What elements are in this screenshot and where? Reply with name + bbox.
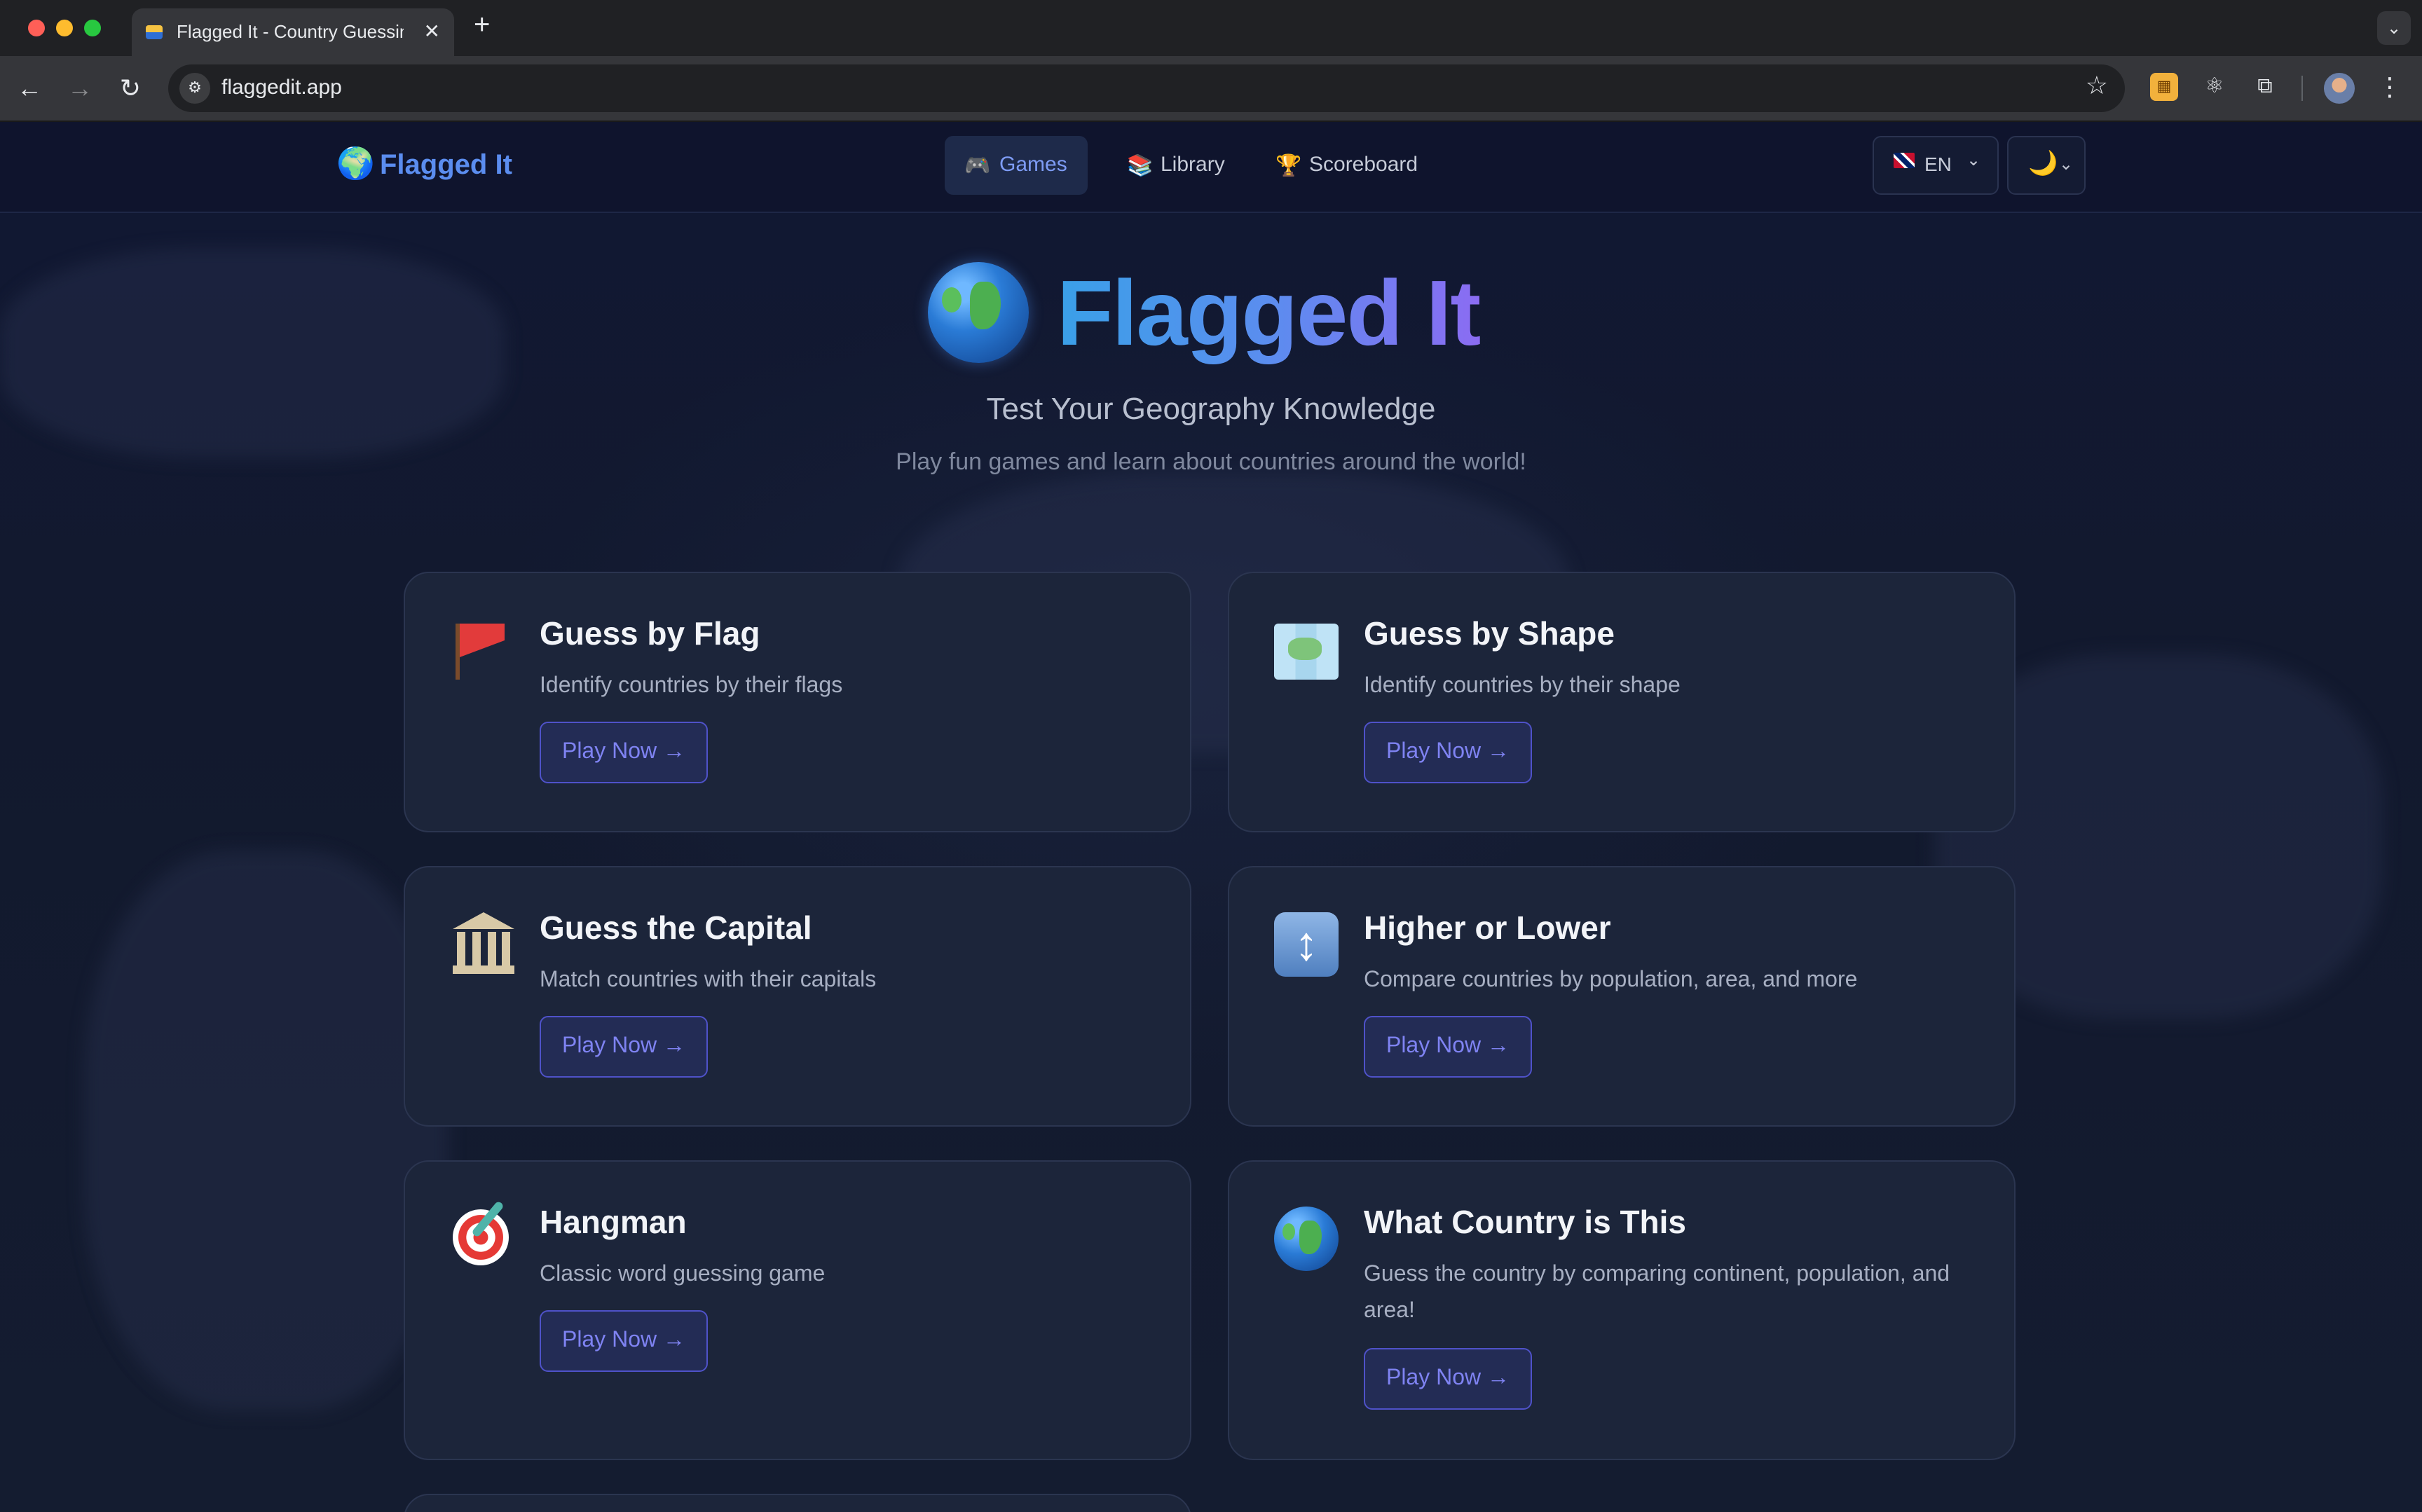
game-card-guess-the-capital[interactable]: Guess the Capital Match countries with t…	[404, 866, 1191, 1127]
brand-name: Flagged It	[380, 150, 512, 181]
minimize-window-button[interactable]	[56, 20, 73, 36]
close-window-button[interactable]	[28, 20, 45, 36]
nav-games[interactable]: 🎮 Games	[945, 136, 1088, 195]
card-title: Higher or Lower	[1364, 909, 1611, 946]
card-description: Match countries with their capitals	[540, 968, 877, 992]
up-down-arrow-icon: ↕	[1271, 909, 1341, 980]
card-description: Guess the country by comparing continent…	[1364, 1263, 1950, 1323]
favicon-icon	[146, 25, 163, 39]
map-icon	[1271, 615, 1341, 685]
browser-window: Flagged It - Country Guessing ✕ + ⌄ ← → …	[0, 0, 2422, 1512]
game-card-guess-by-flag[interactable]: Guess by Flag Identify countries by thei…	[404, 572, 1191, 832]
game-card-guess-by-shape[interactable]: Guess by Shape Identify countries by the…	[1228, 572, 2016, 832]
game-card-higher-or-lower[interactable]: ↕ Higher or Lower Compare countries by p…	[1228, 866, 2016, 1127]
uk-flag-icon	[1894, 153, 1915, 168]
play-now-button[interactable]: Play Now →	[540, 722, 708, 783]
nav-games-label: Games	[999, 153, 1067, 177]
back-icon[interactable]: ←	[14, 73, 45, 104]
card-title: Guess by Flag	[540, 615, 760, 652]
forward-icon[interactable]: →	[64, 73, 95, 104]
theme-toggle[interactable]: 🌙 ⌄	[2007, 136, 2086, 195]
world-map-background	[84, 851, 449, 1411]
language-label: EN	[1924, 153, 1952, 175]
card-title: Hangman	[540, 1204, 687, 1240]
play-now-button[interactable]: Play Now →	[1364, 722, 1532, 783]
hero: Flagged It Test Your Geography Knowledge…	[0, 261, 2422, 626]
close-tab-icon[interactable]: ✕	[424, 20, 440, 43]
tab-title: Flagged It - Country Guessing	[177, 21, 404, 42]
tab-search-button[interactable]: ⌄	[2377, 11, 2411, 45]
card-description: Classic word guessing game	[540, 1263, 826, 1286]
play-now-button[interactable]: Play Now →	[540, 1310, 708, 1372]
site-info-icon[interactable]: ⚙	[179, 73, 210, 104]
books-icon: 📚	[1127, 154, 1154, 178]
language-select[interactable]: EN ⌄	[1873, 136, 1999, 195]
trophy-icon: 🏆	[1275, 154, 1302, 178]
classical-building-icon	[447, 909, 517, 980]
nav-library[interactable]: 📚 Library	[1107, 136, 1242, 195]
page: 🌍 Flagged It 🎮 Games 📚 Library 🏆 Scorebo…	[0, 122, 2422, 1512]
site-header: 🌍 Flagged It 🎮 Games 📚 Library 🏆 Scorebo…	[0, 122, 2422, 213]
dart-target-icon	[447, 1200, 517, 1274]
globe-icon: 🌍	[336, 146, 375, 181]
card-description: Identify countries by their flags	[540, 674, 843, 698]
extension-icon[interactable]: ▦	[2150, 73, 2178, 101]
hero-subtitle: Test Your Geography Knowledge	[986, 391, 1436, 426]
card-title: Guess the Capital	[540, 909, 812, 946]
page-title: Flagged It	[1057, 261, 1481, 364]
toolbar-divider	[2301, 76, 2303, 101]
flag-icon	[447, 615, 517, 685]
chevron-down-icon: ⌄	[1966, 150, 1981, 170]
card-description: Compare countries by population, area, a…	[1364, 968, 1858, 992]
globe-icon	[928, 262, 1029, 363]
chevron-down-icon: ⌄	[2059, 154, 2074, 174]
play-now-button[interactable]: Play Now →	[1364, 1016, 1532, 1078]
hero-title-row: Flagged It	[928, 261, 1517, 374]
reload-icon[interactable]: ↻	[115, 73, 146, 104]
puzzle-icon[interactable]: ⧉	[2251, 73, 2279, 101]
moon-icon: 🌙	[2028, 150, 2058, 177]
card-title: What Country is This	[1364, 1204, 1686, 1240]
nav-scoreboard-label: Scoreboard	[1309, 153, 1418, 177]
game-card-what-country-is-this[interactable]: What Country is This Guess the country b…	[1228, 1160, 2016, 1460]
new-tab-button[interactable]: +	[474, 11, 490, 39]
game-controller-icon: 🎮	[964, 154, 991, 178]
play-now-button[interactable]: Play Now →	[1364, 1348, 1532, 1410]
tab-bar: Flagged It - Country Guessing ✕ + ⌄	[0, 0, 2422, 56]
address-bar[interactable]: ⚙ flaggedit.app ☆	[168, 64, 2125, 112]
maximize-window-button[interactable]	[84, 20, 101, 36]
play-now-button[interactable]: Play Now →	[540, 1016, 708, 1078]
nav-library-label: Library	[1161, 153, 1225, 177]
hero-description: Play fun games and learn about countries…	[896, 448, 1526, 475]
star-icon[interactable]: ☆	[2086, 71, 2108, 101]
game-card-hangman[interactable]: Hangman Classic word guessing game Play …	[404, 1160, 1191, 1460]
globe-icon	[1271, 1204, 1341, 1274]
game-card-partial[interactable]	[404, 1494, 1191, 1512]
nav-scoreboard[interactable]: 🏆 Scoreboard	[1256, 136, 1438, 195]
browser-toolbar: ← → ↻ ⚙ flaggedit.app ☆ ▦ ⚛ ⧉ ⋮	[0, 56, 2422, 122]
react-devtools-icon[interactable]: ⚛	[2201, 73, 2229, 101]
more-icon[interactable]: ⋮	[2377, 73, 2402, 101]
browser-tab[interactable]: Flagged It - Country Guessing ✕	[132, 8, 454, 56]
card-description: Identify countries by their shape	[1364, 674, 1681, 698]
profile-avatar[interactable]	[2324, 73, 2355, 104]
url-text[interactable]: flaggedit.app	[221, 76, 342, 99]
card-title: Guess by Shape	[1364, 615, 1615, 652]
